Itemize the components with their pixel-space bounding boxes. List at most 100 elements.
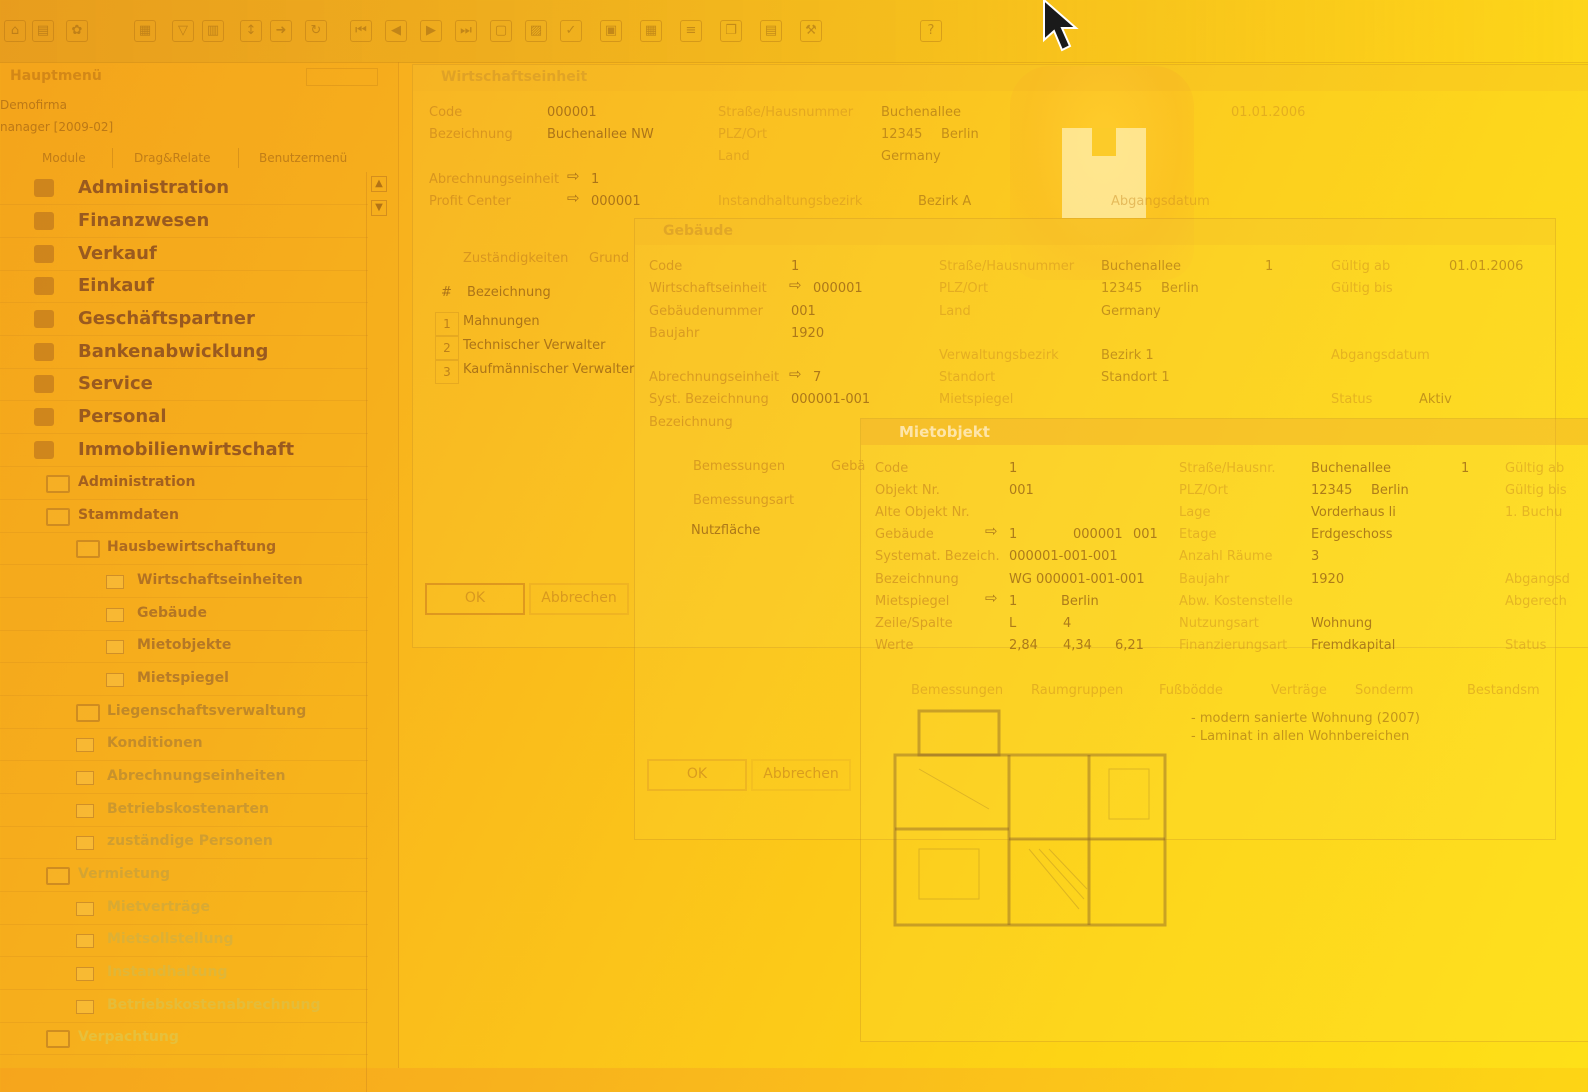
item-mietsollstellung[interactable]: Mietsollstellung	[0, 924, 368, 957]
gebaeude-field[interactable]: 1	[1009, 527, 1017, 542]
folder-administration[interactable]: Administration	[0, 467, 368, 500]
tab-raumgruppen[interactable]: Raumgruppen	[1031, 683, 1123, 698]
tab-bemessungen[interactable]: Bemessungen	[693, 459, 785, 474]
nutzungsart-select[interactable]: Wohnung	[1311, 616, 1372, 631]
abrechnungseinheit-field[interactable]: 1	[591, 172, 599, 187]
module-immobilienwirtschaft[interactable]: Immobilienwirtschaft	[0, 434, 368, 467]
module-verkauf[interactable]: Verkauf	[0, 238, 368, 271]
module-personal[interactable]: Personal	[0, 401, 368, 434]
scroll-down-icon[interactable]: ▼	[371, 200, 387, 216]
next-record-icon[interactable]: ▶	[420, 20, 442, 42]
systemat-bezeich-field[interactable]: 000001-001-001	[1009, 549, 1118, 564]
tab-zustaendigkeiten[interactable]: Zuständigkeiten	[463, 251, 568, 266]
finanzierungsart-select[interactable]: Fremdkapital	[1311, 638, 1395, 653]
folder-stammdaten[interactable]: Stammdaten	[0, 500, 368, 533]
etage-select[interactable]: Erdgeschoss	[1311, 527, 1393, 542]
gueltig-ab-field[interactable]: 01.01.2006	[1449, 259, 1523, 274]
strasse-field[interactable]: Buchenallee	[1101, 259, 1181, 274]
grid-icon[interactable]: ▦	[640, 20, 662, 42]
code-field[interactable]: 1	[1009, 461, 1017, 476]
row-nutzflaeche[interactable]: Nutzfläche	[691, 523, 760, 538]
link-arrow-icon[interactable]: ⇨	[789, 365, 802, 383]
home-icon[interactable]: ⌂	[4, 20, 26, 42]
abrechnungseinheit-field[interactable]: 7	[813, 370, 821, 385]
link-arrow-icon[interactable]: ⇨	[985, 522, 998, 540]
tab-module[interactable]: Module	[38, 148, 90, 168]
land-select[interactable]: Germany	[881, 149, 941, 164]
strasse-field[interactable]: Buchenallee	[881, 105, 961, 120]
item-zustaendige-personen[interactable]: zuständige Personen	[0, 826, 368, 859]
wirtschaftseinheit-field[interactable]: 000001	[813, 281, 863, 296]
profit-center-field[interactable]: 000001	[591, 194, 641, 209]
tab-vertraege[interactable]: Verträge	[1271, 683, 1327, 698]
module-service[interactable]: Service	[0, 368, 368, 401]
scroll-up-icon[interactable]: ▲	[371, 176, 387, 192]
folder-hausbewirtschaftung[interactable]: Hausbewirtschaftung	[0, 532, 368, 565]
folder-liegenschaftsverwaltung[interactable]: Liegenschaftsverwaltung	[0, 696, 368, 729]
window-controls[interactable]	[306, 68, 378, 86]
code-field[interactable]: 000001	[547, 105, 597, 120]
first-record-icon[interactable]: ⏮	[350, 20, 372, 42]
status-select[interactable]: Aktiv	[1419, 392, 1452, 407]
module-bankenabwicklung[interactable]: Bankenabwicklung	[0, 336, 368, 369]
item-mietvertraege[interactable]: Mietverträge	[0, 892, 368, 925]
anzahl-raeume-field[interactable]: 3	[1311, 549, 1319, 564]
baujahr-field[interactable]: 1920	[1311, 572, 1344, 587]
item-mietobjekte[interactable]: Mietobjekte	[0, 630, 368, 663]
pin-icon[interactable]: ↕	[240, 20, 262, 42]
item-wirtschaftseinheiten[interactable]: Wirtschaftseinheiten	[0, 565, 368, 598]
tab-sondermerkmale[interactable]: Sonderm	[1355, 683, 1413, 698]
date-field[interactable]: 01.01.2006	[1231, 105, 1305, 120]
cancel-button[interactable]: Abbrechen	[751, 759, 851, 791]
refresh-icon[interactable]: ↻	[305, 20, 327, 42]
prev-record-icon[interactable]: ◀	[385, 20, 407, 42]
link-arrow-icon[interactable]: ⇨	[567, 189, 580, 207]
plz-field[interactable]: 12345	[1311, 483, 1352, 498]
ok-button[interactable]: OK	[647, 759, 747, 791]
module-administration[interactable]: Administration	[0, 172, 368, 205]
item-betriebskostenarten[interactable]: Betriebskostenarten	[0, 794, 368, 827]
ort-field[interactable]: Berlin	[941, 127, 979, 142]
link-arrow-icon[interactable]: ⇨	[567, 167, 580, 185]
table-icon[interactable]: ▥	[202, 20, 224, 42]
mietspiegel-field[interactable]: 1	[1009, 594, 1017, 609]
layout-icon[interactable]: ▣	[600, 20, 622, 42]
hausnummer-field[interactable]: 1	[1265, 259, 1273, 274]
lage-select[interactable]: Vorderhaus li	[1311, 505, 1396, 520]
list-icon[interactable]: ≡	[680, 20, 702, 42]
item-abrechnungseinheiten[interactable]: Abrechnungseinheiten	[0, 761, 368, 794]
strasse-field[interactable]: Buchenallee	[1311, 461, 1391, 476]
tab-grund[interactable]: Grund	[589, 251, 629, 266]
print-icon[interactable]: ▤	[32, 20, 54, 42]
tab-fussboeden[interactable]: Fußbödde	[1159, 683, 1223, 698]
calendar-icon[interactable]: ▦	[134, 20, 156, 42]
spalte-select[interactable]: 4	[1063, 616, 1071, 631]
code-field[interactable]: 1	[791, 259, 799, 274]
module-finanzwesen[interactable]: Finanzwesen	[0, 205, 368, 238]
tab-bestandsmerkmale[interactable]: Bestandsm	[1467, 683, 1540, 698]
standort-select[interactable]: Standort 1	[1101, 370, 1170, 385]
module-geschaeftspartner[interactable]: Geschäftspartner	[0, 303, 368, 336]
document-icon[interactable]: ▢	[490, 20, 512, 42]
plz-field[interactable]: 12345	[1101, 281, 1142, 296]
copy-icon[interactable]: ❐	[720, 20, 742, 42]
tab-drag-relate[interactable]: Drag&Relate	[130, 148, 214, 168]
item-betriebskostenabrechnung[interactable]: Betriebskostenabrechnung	[0, 990, 368, 1023]
tab-benutzermenu[interactable]: Benutzermenü	[255, 148, 351, 168]
settings-icon[interactable]: ✿	[66, 20, 88, 42]
ort-field[interactable]: Berlin	[1161, 281, 1199, 296]
zeile-select[interactable]: L	[1009, 616, 1016, 631]
arrow-right-icon[interactable]: ➜	[270, 20, 292, 42]
menu-scrollbar[interactable]: ▲ ▼	[366, 172, 389, 1092]
gebaeudenummer-field[interactable]: 001	[791, 304, 816, 319]
last-record-icon[interactable]: ⏭	[455, 20, 477, 42]
ok-button[interactable]: OK	[425, 583, 525, 615]
filter-icon[interactable]: ▽	[172, 20, 194, 42]
hausnummer-field[interactable]: 1	[1461, 461, 1469, 476]
cancel-button[interactable]: Abbrechen	[529, 583, 629, 615]
item-gebaeude[interactable]: Gebäude	[0, 598, 368, 631]
land-select[interactable]: Germany	[1101, 304, 1161, 319]
module-einkauf[interactable]: Einkauf	[0, 270, 368, 303]
tab-bemessungen[interactable]: Bemessungen	[911, 683, 1003, 698]
help-icon[interactable]: ?	[920, 20, 942, 42]
